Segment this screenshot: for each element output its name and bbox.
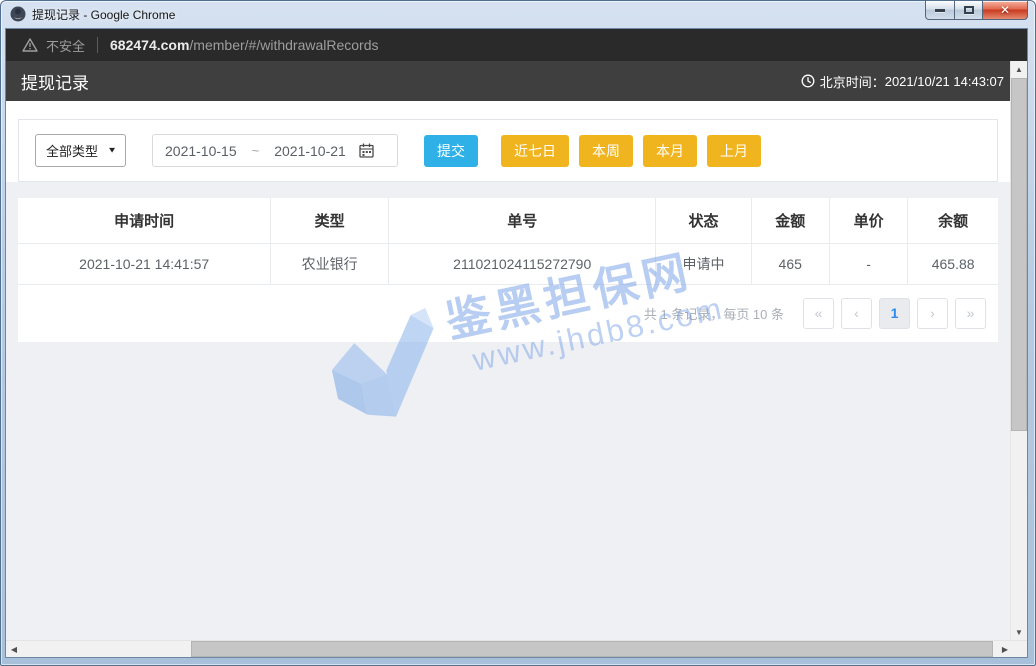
url-path: /member/#/withdrawalRecords — [189, 37, 378, 53]
maximize-icon — [964, 6, 974, 14]
favicon-icon — [10, 6, 26, 22]
chevron-down-icon: ▼ — [107, 146, 117, 155]
filter-section: 全部类型 ▼ 2021-10-15 ~ 2021-10-21 — [6, 101, 1010, 182]
page: 提现记录 北京时间： 2021/10/21 14:43:07 — [6, 61, 1010, 640]
browser-viewport: 不安全 682474.com /member/#/withdrawalRecor… — [5, 28, 1028, 658]
address-separator — [97, 37, 98, 53]
date-range-input[interactable]: 2021-10-15 ~ 2021-10-21 — [152, 134, 398, 167]
column-header: 单价 — [829, 198, 907, 243]
table-cell: 农业银行 — [271, 243, 389, 284]
warning-icon — [22, 38, 38, 52]
last-month-button[interactable]: 上月 — [707, 135, 761, 167]
prev-page-button[interactable]: ‹ — [841, 298, 872, 329]
time-label: 北京时间： — [820, 72, 885, 91]
column-header: 状态 — [656, 198, 751, 243]
pagination: 共 1 条记录，每页 10 条 « ‹ 1 › » — [18, 285, 998, 342]
filter-panel: 全部类型 ▼ 2021-10-15 ~ 2021-10-21 — [18, 119, 998, 182]
column-header: 余额 — [908, 198, 998, 243]
date-start: 2021-10-15 — [165, 143, 237, 159]
last-seven-days-button[interactable]: 近七日 — [501, 135, 569, 167]
window-title: 提现记录 - Google Chrome — [32, 6, 175, 23]
close-icon: ✕ — [1000, 4, 1010, 16]
type-select[interactable]: 全部类型 ▼ — [35, 134, 126, 167]
horizontal-scrollbar-thumb[interactable] — [191, 641, 993, 657]
column-header: 金额 — [751, 198, 829, 243]
column-header: 单号 — [388, 198, 656, 243]
vertical-scrollbar-thumb[interactable] — [1011, 78, 1027, 431]
minimize-icon — [935, 9, 945, 12]
table-cell: 211021024115272790 — [388, 243, 656, 284]
scroll-right-arrow-icon[interactable]: ▶ — [997, 641, 1013, 657]
records-table: 申请时间类型单号状态金额单价余额 2021-10-21 14:41:57农业银行… — [18, 198, 998, 285]
date-end: 2021-10-21 — [274, 143, 346, 159]
table-cell: 申请中 — [656, 243, 751, 284]
content: 全部类型 ▼ 2021-10-15 ~ 2021-10-21 — [6, 101, 1010, 640]
table-header-row: 申请时间类型单号状态金额单价余额 — [18, 198, 998, 243]
column-header: 申请时间 — [18, 198, 271, 243]
table-cell: 465.88 — [908, 243, 998, 284]
maximize-button[interactable] — [954, 1, 983, 20]
minimize-button[interactable] — [925, 1, 955, 20]
last-page-button[interactable]: » — [955, 298, 986, 329]
close-button[interactable]: ✕ — [982, 1, 1028, 20]
window-controls: ✕ — [926, 1, 1028, 20]
beijing-time: 北京时间： 2021/10/21 14:43:07 — [801, 72, 1004, 91]
scroll-left-arrow-icon[interactable]: ◀ — [6, 641, 22, 657]
current-page-button[interactable]: 1 — [879, 298, 910, 329]
table-row: 2021-10-21 14:41:57农业银行21102102411527279… — [18, 243, 998, 284]
page-title: 提现记录 — [21, 69, 89, 94]
time-value: 2021/10/21 14:43:07 — [885, 74, 1004, 89]
vertical-scrollbar[interactable]: ▲ ▼ — [1010, 61, 1027, 640]
submit-button[interactable]: 提交 — [424, 135, 478, 167]
scroll-down-arrow-icon[interactable]: ▼ — [1011, 624, 1027, 640]
clock-icon — [801, 74, 815, 88]
table-cell: 465 — [751, 243, 829, 284]
horizontal-scrollbar[interactable]: ◀ ▶ — [6, 640, 1027, 657]
address-bar[interactable]: 不安全 682474.com /member/#/withdrawalRecor… — [6, 29, 1027, 61]
this-month-button[interactable]: 本月 — [643, 135, 697, 167]
pagination-summary: 共 1 条记录，每页 10 条 — [644, 304, 784, 323]
table-cell: - — [829, 243, 907, 284]
date-separator: ~ — [252, 143, 260, 158]
calendar-icon — [359, 143, 374, 158]
security-label: 不安全 — [46, 36, 85, 55]
main-row: 提现记录 北京时间： 2021/10/21 14:43:07 — [6, 61, 1027, 640]
page-header: 提现记录 北京时间： 2021/10/21 14:43:07 — [6, 61, 1010, 101]
table-cell: 2021-10-21 14:41:57 — [18, 243, 271, 284]
scroll-up-arrow-icon[interactable]: ▲ — [1011, 61, 1027, 77]
browser-window: 提现记录 - Google Chrome ✕ 不安全 682474.com /m… — [0, 0, 1036, 666]
type-select-value: 全部类型 — [46, 141, 98, 160]
url-domain: 682474.com — [110, 37, 189, 53]
next-page-button[interactable]: › — [917, 298, 948, 329]
title-bar[interactable]: 提现记录 - Google Chrome ✕ — [0, 0, 1036, 28]
this-week-button[interactable]: 本周 — [579, 135, 633, 167]
first-page-button[interactable]: « — [803, 298, 834, 329]
records-panel: 申请时间类型单号状态金额单价余额 2021-10-21 14:41:57农业银行… — [18, 198, 998, 342]
column-header: 类型 — [271, 198, 389, 243]
